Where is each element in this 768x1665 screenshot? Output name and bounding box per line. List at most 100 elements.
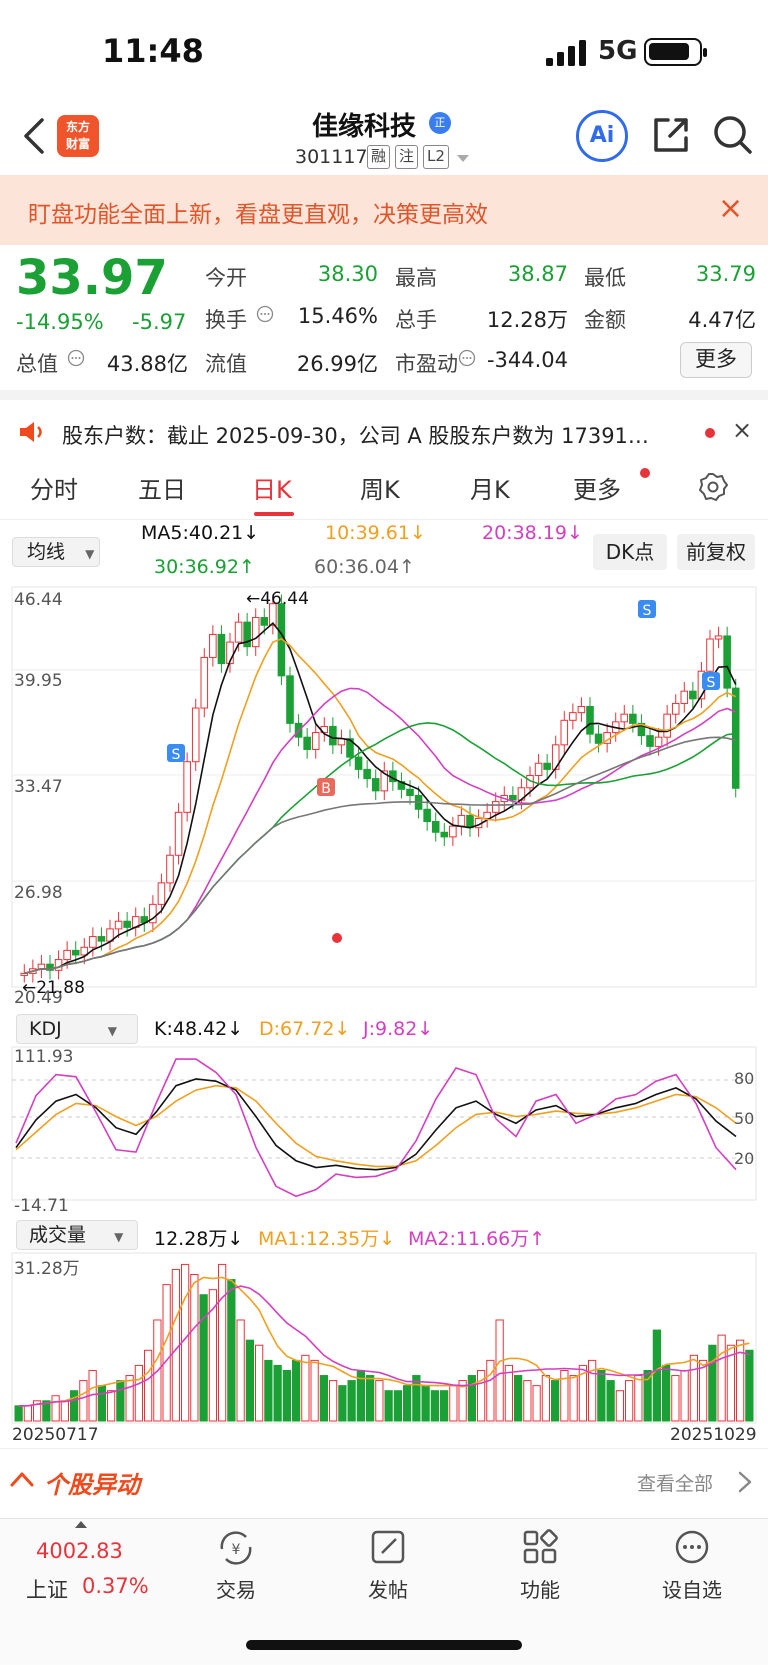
volume-bar [375,1380,384,1422]
low-marker: ←21.88 [22,978,85,998]
candle-body [534,762,543,777]
info-icon[interactable] [67,349,85,367]
index-percent[interactable]: 0.37% [82,1574,149,1598]
speaker-icon [20,422,42,442]
index-name[interactable]: 上证 [26,1574,68,1604]
volume-bar [116,1380,125,1422]
candle-body [363,768,371,780]
stock-movers-section[interactable]: 个股异动 查看全部 [0,1448,768,1510]
volume-bar [282,1369,291,1422]
tab-intraday[interactable]: 分时 [30,470,78,505]
volume-bar [144,1349,153,1422]
volume-bar [504,1364,513,1422]
indicator-select-ma[interactable]: 均线 ▼ [12,537,100,567]
volume-bar [625,1380,634,1422]
signal-icon [546,40,586,66]
logo-line-1: 东方 [65,120,90,134]
tab-month-k[interactable]: 月K [470,470,510,505]
candle-body [200,656,209,709]
volume-bar [310,1359,319,1422]
news-strip[interactable]: 股东户数：截止 2025-09-30，公司 A 股股东户数为 17391… × [0,390,768,456]
nav-function[interactable]: 功能 [495,1574,585,1603]
volume-readout: 12.28万↓ [154,1228,244,1250]
tab-week-k[interactable]: 周K [360,470,400,505]
kdj-level-50: 50 [734,1109,755,1128]
tab-more[interactable]: 更多 [573,470,621,505]
kdj-j-readout: J:9.82↓ [363,1018,434,1040]
candle-body [251,617,260,648]
clock: 11:48 [102,32,204,70]
volume-bar [107,1390,116,1422]
tab-more-dot [640,468,650,478]
volume-bar [615,1390,624,1422]
tab-day-k[interactable]: 日K [252,470,292,505]
adjust-button[interactable]: 前复权 [677,534,755,570]
candle-body [620,713,629,723]
candle-body [209,633,217,658]
share-icon[interactable] [650,114,692,156]
function-grid-icon[interactable] [522,1529,558,1565]
change-amount: -5.97 [132,310,187,334]
candle-body [654,736,663,747]
volume-panel[interactable] [11,1252,757,1424]
kdj-panel[interactable] [11,1046,757,1201]
tag-level2: L2 [423,145,449,169]
candle-body [54,959,63,971]
volume-bar [680,1369,689,1422]
volume-bar [347,1380,356,1422]
ma10-readout: 10:39.61↓ [325,522,426,544]
ma30-line [24,722,736,975]
info-icon[interactable] [256,305,274,323]
chevron-up-icon[interactable] [10,1471,34,1487]
indicator-select-kdj[interactable]: KDJ ▼ [16,1014,138,1044]
candle-body [663,713,671,738]
search-icon[interactable] [712,114,754,156]
view-all-link[interactable]: 查看全部 [637,1469,713,1496]
stock-code: 301117 [295,146,368,168]
tab-five-day[interactable]: 五日 [138,470,186,505]
volume-bar [218,1263,227,1422]
promo-banner[interactable]: 盯盘功能全面上新，看盘更直观，决策更高效 × [0,175,768,245]
banner-close-icon[interactable]: × [718,191,743,226]
float-cap-value: 26.99亿 [296,352,378,376]
more-dots-icon[interactable] [674,1529,710,1565]
indicator-select-volume[interactable]: 成交量 ▼ [16,1220,138,1250]
dk-point-button[interactable]: DK点 [593,534,667,570]
candle-body [680,690,689,704]
volume-bar [338,1385,347,1422]
info-icon[interactable] [458,349,476,367]
back-icon[interactable] [20,116,50,156]
volume-bar [421,1385,430,1422]
trade-icon[interactable]: ¥ [216,1529,256,1567]
chevron-down-icon[interactable] [456,154,470,164]
nav-add-watchlist[interactable]: 设自选 [647,1574,737,1603]
gear-icon[interactable] [698,472,728,502]
nav-post[interactable]: 发帖 [343,1574,433,1603]
signal-badge-label: S [643,603,652,619]
turnover-value: 15.46% [297,304,378,328]
price-panel[interactable]: S B S S [11,586,757,988]
kdj-d-line [15,1084,737,1168]
index-value[interactable]: 4002.83 [36,1539,123,1563]
candle-body [543,762,551,770]
candle-body [466,814,474,829]
kdj-select-label: KDJ [29,1018,62,1040]
ai-button[interactable]: Ai [576,110,628,162]
post-icon[interactable] [370,1529,406,1565]
more-quote-button[interactable]: 更多 [680,342,752,378]
chevron-right-icon[interactable] [738,1471,752,1493]
volume-bar [245,1339,254,1422]
volume-bar [125,1375,134,1422]
status-bar: 11:48 5G [0,0,768,100]
nav-trade[interactable]: 交易 [191,1574,281,1603]
candle-body [423,808,431,823]
volume-bar [569,1375,578,1422]
news-close-icon[interactable]: × [732,416,752,444]
candle-body [449,825,457,838]
candle-body [491,801,500,813]
battery-icon [644,38,707,66]
volume-bar [514,1375,523,1422]
stock-header: 东方 财富 佳缘科技 正 301117 融 注 L2 Ai [0,100,768,175]
date-start: 20250717 [12,1425,99,1445]
candle-body [457,814,466,827]
